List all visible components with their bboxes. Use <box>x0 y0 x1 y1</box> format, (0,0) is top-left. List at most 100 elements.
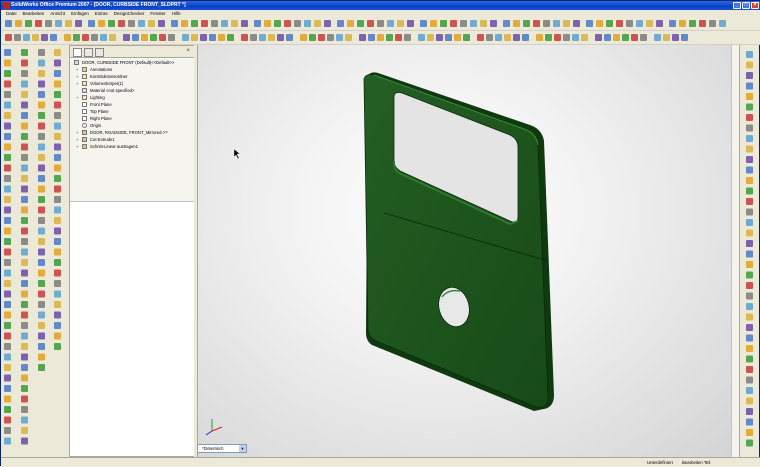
toolbar-icon <box>746 156 753 163</box>
toolbar-icon <box>21 154 28 161</box>
graphics-area[interactable] <box>197 45 731 457</box>
toolbar-icon <box>38 322 45 329</box>
view-orientation-select[interactable]: *Dimetrisch ▼ <box>197 444 247 453</box>
tree-item-annotations[interactable]: + Annotations <box>76 66 112 73</box>
tree-item-label: Lighting <box>90 95 105 100</box>
tree-item-schnitt-linear[interactable]: + Schnitt-Linear austragen1 <box>76 143 138 150</box>
toolbar-icon <box>54 269 61 277</box>
toolbar-icon <box>241 20 248 27</box>
tab-configuration-manager[interactable] <box>95 48 104 57</box>
tree-item-front-plane[interactable]: Front Plane <box>82 101 112 108</box>
toolbar-icon <box>377 34 384 41</box>
left-toolbar-icons[interactable] <box>1 45 69 457</box>
tree-item-lighting[interactable]: + Lighting <box>76 94 105 101</box>
right-toolbar-icons[interactable] <box>740 45 760 457</box>
toolbar-icon <box>21 311 28 319</box>
minimize-button[interactable]: _ <box>733 2 741 9</box>
menu-einfuegen[interactable]: Einfügen <box>68 10 92 17</box>
toolbar-icon <box>573 20 580 27</box>
toolbar-icon <box>128 20 135 27</box>
toolbar-icon <box>622 34 629 41</box>
part-model[interactable] <box>198 45 731 457</box>
app-window: SolidWorks Office Premium 2007 - [DOOR, … <box>0 0 760 467</box>
tab-property-manager[interactable] <box>84 48 93 57</box>
toolbar-icon <box>254 20 261 27</box>
tree-item-label: DOOR, ROADSIDE, FRONT_Mirrored->? <box>90 130 168 135</box>
toolbar-icon <box>4 364 11 371</box>
toolbar-icon <box>264 20 271 27</box>
tree-item-root[interactable]: DOOR, CURBSIDE FRONT (Default)<<Default>… <box>74 59 174 66</box>
tree-item-origin[interactable]: Origin <box>82 122 101 129</box>
toolbar-icon <box>4 406 11 413</box>
tree-item-right-plane[interactable]: Right Plane <box>82 115 112 122</box>
toolbar-icon <box>38 311 45 319</box>
toolbar-icon <box>54 322 61 329</box>
panel-close-icon[interactable]: × <box>186 48 190 54</box>
tab-feature-manager[interactable] <box>73 48 82 57</box>
tree-item-label: Volumenkörper(1) <box>90 81 124 86</box>
tree-item-label: Konstruktionsordner <box>90 74 128 79</box>
tree-item-mirrored[interactable]: + DOOR, ROADSIDE, FRONT_Mirrored->? <box>76 129 168 136</box>
tree-item-volumenkoerper[interactable]: + Volumenkörper(1) <box>76 80 124 87</box>
toolbar-icon <box>284 20 291 27</box>
close-button[interactable]: × <box>751 2 759 9</box>
toolbar-icon <box>563 34 570 41</box>
toolbar-icon <box>681 34 688 41</box>
toolbar-icon <box>746 219 753 226</box>
vertical-scrollbar[interactable] <box>731 45 739 457</box>
tree-item-label: DOOR, CURBSIDE FRONT (Default)<<Default>… <box>82 60 175 65</box>
toolbar-icon <box>395 34 402 41</box>
toolbar-icon <box>689 20 696 27</box>
tree-item-konstruktionsordner[interactable]: + Konstruktionsordner <box>76 73 128 80</box>
toolbar-icon <box>98 20 105 27</box>
toolbar-icon <box>746 114 753 121</box>
menu-bearbeiten[interactable]: Bearbeiten <box>20 10 48 17</box>
toolbar-icon <box>118 20 125 27</box>
maximize-button[interactable]: □ <box>742 2 750 9</box>
toolbar-icon <box>38 206 45 214</box>
toolbar-icon <box>231 20 238 27</box>
toolbar-icon <box>38 91 45 98</box>
toolbar-icon <box>21 217 28 224</box>
toolbar-icon <box>4 332 11 340</box>
toolbar-icon <box>4 322 11 329</box>
toolbar-icon <box>4 143 11 151</box>
menu-fenster[interactable]: Fenster <box>147 10 168 17</box>
toolbar-icon <box>4 343 11 350</box>
toolbar-icon <box>746 93 753 100</box>
toolbar-icon <box>4 154 11 161</box>
toolbar-icon <box>4 395 11 403</box>
toolbar-icon <box>746 303 753 310</box>
tree-item-top-plane[interactable]: Top Plane <box>82 108 109 115</box>
toolbar-icon <box>259 34 266 41</box>
standard-toolbar-icons[interactable] <box>1 17 760 31</box>
toolbar-icon <box>504 34 511 41</box>
toolbar-icon <box>21 437 28 445</box>
toolbar-icon <box>4 70 11 77</box>
toolbar-icon <box>746 103 753 111</box>
tree-item-material[interactable]: Material <not specified> <box>82 87 134 94</box>
toolbar-icon <box>347 20 354 27</box>
toolbar-icon <box>38 364 45 371</box>
toolbar-icon <box>606 20 613 27</box>
toolbar-icon <box>21 322 28 329</box>
toolbar-icon <box>21 343 28 350</box>
toolbar-icon <box>4 80 11 88</box>
menu-extras[interactable]: Extras <box>92 10 111 17</box>
toolbar-icon <box>367 20 374 27</box>
toolbar-icon <box>45 20 52 27</box>
tree-item-label: Material <not specified> <box>90 88 135 93</box>
toolbar-icon <box>41 34 48 41</box>
toolbar-icon <box>21 101 28 109</box>
toolbar-icon <box>545 34 552 41</box>
toolbar-icon <box>377 20 384 27</box>
menu-datei[interactable]: Datei <box>3 10 20 17</box>
menu-designchecker[interactable]: DesignChecker <box>111 10 148 17</box>
menu-hilfe[interactable]: Hilfe <box>169 10 184 17</box>
menu-ansicht[interactable]: Ansicht <box>47 10 68 17</box>
toolbar-icon <box>746 177 753 184</box>
sketch-toolbar-icons[interactable] <box>1 31 760 45</box>
tree-item-label: Cut-Extrude1 <box>90 137 115 142</box>
tree-item-cut-extrude[interactable]: + Cut-Extrude1 <box>76 136 115 143</box>
toolbar-icon <box>50 34 57 41</box>
